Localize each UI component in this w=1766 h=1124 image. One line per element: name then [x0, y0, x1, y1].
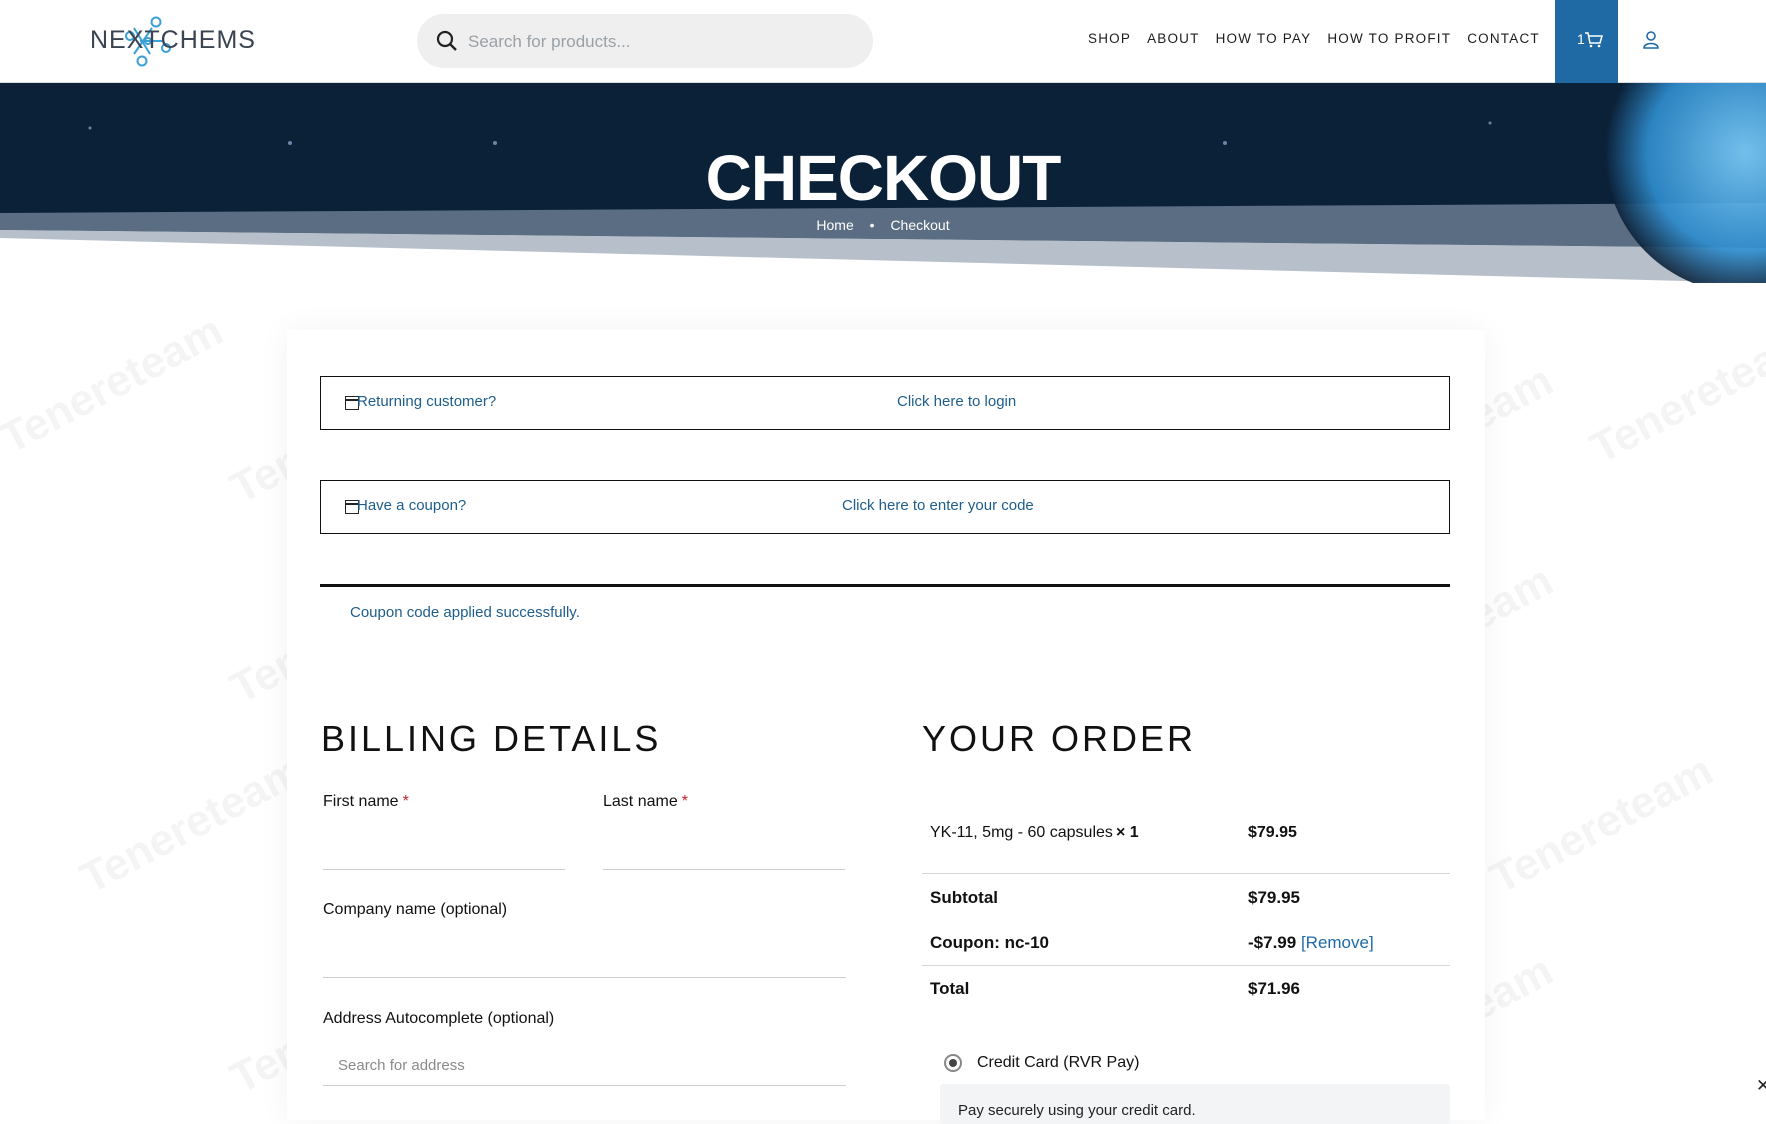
last-name-label-text: Last name: [603, 793, 678, 810]
total-label: Total: [930, 979, 970, 998]
payment-description: Pay securely using your credit card.: [958, 1102, 1196, 1119]
order-item-price: $79.95: [1248, 824, 1297, 841]
breadcrumb-home[interactable]: Home: [816, 217, 853, 233]
close-icon[interactable]: ✕: [1756, 1076, 1766, 1096]
page-title: CHECKOUT: [705, 142, 1062, 214]
nav-about[interactable]: ABOUT: [1147, 31, 1200, 46]
coupon-question-text: Have a coupon?: [357, 497, 467, 514]
required-mark: *: [681, 793, 688, 810]
credit-card-radio[interactable]: [944, 1054, 962, 1072]
site-header: NEXTCHEMS SHOP ABOUT HOW TO PAY HOW TO P…: [0, 0, 1766, 83]
payment-description-box: Pay securely using your credit card.: [940, 1084, 1450, 1124]
user-account-icon[interactable]: [1641, 30, 1661, 50]
product-search[interactable]: [417, 14, 873, 68]
cart-count: 1: [1577, 31, 1585, 47]
your-order-heading: YOUR ORDER: [922, 718, 1197, 759]
hero-banner: CHECKOUT Home • Checkout: [0, 83, 1766, 283]
returning-customer-text: Returning customer?: [357, 393, 497, 410]
search-icon[interactable]: [435, 29, 459, 53]
cart-icon: [1585, 32, 1603, 48]
nav-how-to-profit[interactable]: HOW TO PROFIT: [1327, 31, 1451, 46]
credit-card-label[interactable]: Credit Card (RVR Pay): [977, 1054, 1139, 1072]
order-divider: [922, 873, 1450, 874]
cart-button[interactable]: 1: [1555, 0, 1618, 83]
company-name-field[interactable]: [323, 937, 846, 978]
address-search-field[interactable]: [323, 1046, 846, 1086]
breadcrumb-current: Checkout: [890, 217, 950, 233]
required-mark: *: [402, 793, 409, 810]
main-nav: SHOP ABOUT HOW TO PAY HOW TO PROFIT CONT…: [1088, 31, 1556, 46]
watermark: Tenereteam: [1583, 316, 1766, 475]
returning-customer-notice: Returning customer? Click here to login: [320, 376, 1450, 430]
subtotal-value: $79.95: [1248, 888, 1300, 907]
billing-details-heading: BILLING DETAILS: [321, 718, 662, 759]
nav-how-to-pay[interactable]: HOW TO PAY: [1216, 31, 1312, 46]
order-item-name: YK-11, 5mg - 60 capsules: [930, 824, 1113, 841]
enter-coupon-link[interactable]: Click here to enter your code: [842, 497, 1034, 514]
remove-coupon-link[interactable]: [Remove]: [1301, 933, 1374, 952]
watermark: Tenereteam: [1483, 746, 1722, 905]
watermark: Tenereteam: [0, 306, 231, 465]
breadcrumb: Home • Checkout: [0, 217, 1766, 233]
nav-shop[interactable]: SHOP: [1088, 31, 1131, 46]
nav-contact[interactable]: CONTACT: [1467, 31, 1540, 46]
logo-text: NEXTCHEMS: [90, 26, 256, 54]
last-name-field[interactable]: [603, 829, 845, 870]
company-name-label: Company name (optional): [323, 901, 508, 918]
last-name-label: Last name *: [603, 793, 688, 811]
coupon-notice: Have a coupon? Click here to enter your …: [320, 480, 1450, 534]
search-input[interactable]: [466, 22, 850, 62]
coupon-discount: -$7.99 [Remove]: [1248, 933, 1374, 953]
first-name-label-text: First name: [323, 793, 399, 810]
notice-divider: [320, 584, 1450, 587]
coupon-success-message: Coupon code applied successfully.: [350, 604, 580, 621]
first-name-label: First name *: [323, 793, 409, 811]
total-value: $71.96: [1248, 979, 1300, 998]
site-logo[interactable]: NEXTCHEMS: [90, 14, 265, 68]
subtotal-label: Subtotal: [930, 888, 998, 907]
coupon-label: Coupon: nc-10: [930, 933, 1049, 952]
breadcrumb-separator: •: [869, 217, 875, 233]
login-link[interactable]: Click here to login: [897, 393, 1016, 410]
order-divider: [922, 965, 1450, 966]
coupon-value: -$7.99: [1248, 933, 1297, 952]
first-name-field[interactable]: [323, 829, 565, 870]
order-item-qty: × 1: [1116, 824, 1139, 841]
address-autocomplete-label: Address Autocomplete (optional): [323, 1010, 555, 1027]
watermark: Tenereteam: [73, 746, 312, 905]
